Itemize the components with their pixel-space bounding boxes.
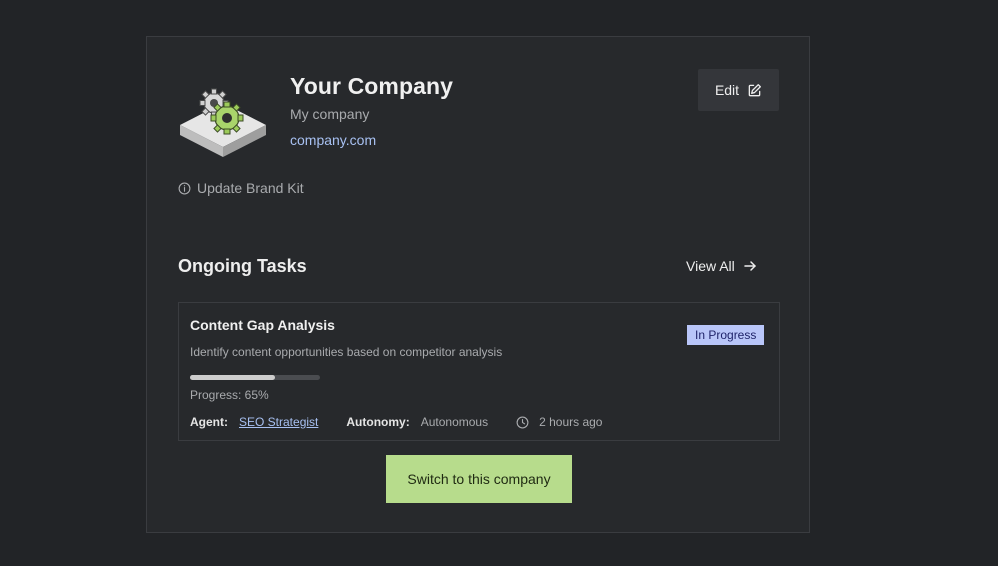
company-card: Your Company My company company.com Edit… [146,36,810,533]
company-url-link[interactable]: company.com [290,132,376,148]
task-card[interactable]: Content Gap Analysis In Progress Identif… [178,302,780,441]
edit-button[interactable]: Edit [698,69,779,111]
clock-icon [516,416,529,429]
gears-platform-icon [178,87,268,157]
info-icon [178,182,191,195]
ongoing-tasks-heading: Ongoing Tasks [178,256,307,276]
progress-text: Progress: 65% [190,388,269,402]
status-badge: In Progress [687,325,765,345]
task-timestamp: 2 hours ago [539,415,603,429]
agent-link[interactable]: SEO Strategist [239,415,318,429]
view-all-label: View All [686,258,735,274]
task-meta-row: Agent: SEO Strategist Autonomy: Autonomo… [190,415,630,429]
autonomy-label: Autonomy: [346,415,410,429]
edit-icon [747,83,762,98]
progress-bar [190,375,320,380]
update-brand-kit-label: Update Brand Kit [197,180,304,196]
company-name: Your Company [290,73,454,99]
autonomy-value: Autonomous [420,415,489,429]
company-description: My company [290,106,370,122]
arrow-right-icon [743,259,757,273]
edit-button-label: Edit [714,82,740,98]
task-description: Identify content opportunities based on … [190,345,503,359]
progress-bar-fill [190,375,275,380]
update-brand-kit-link[interactable]: Update Brand Kit [178,180,304,196]
task-title: Content Gap Analysis [190,317,335,333]
switch-company-button[interactable]: Switch to this company [386,455,572,503]
agent-label: Agent: [190,415,228,429]
view-all-button[interactable]: View All [686,258,757,274]
